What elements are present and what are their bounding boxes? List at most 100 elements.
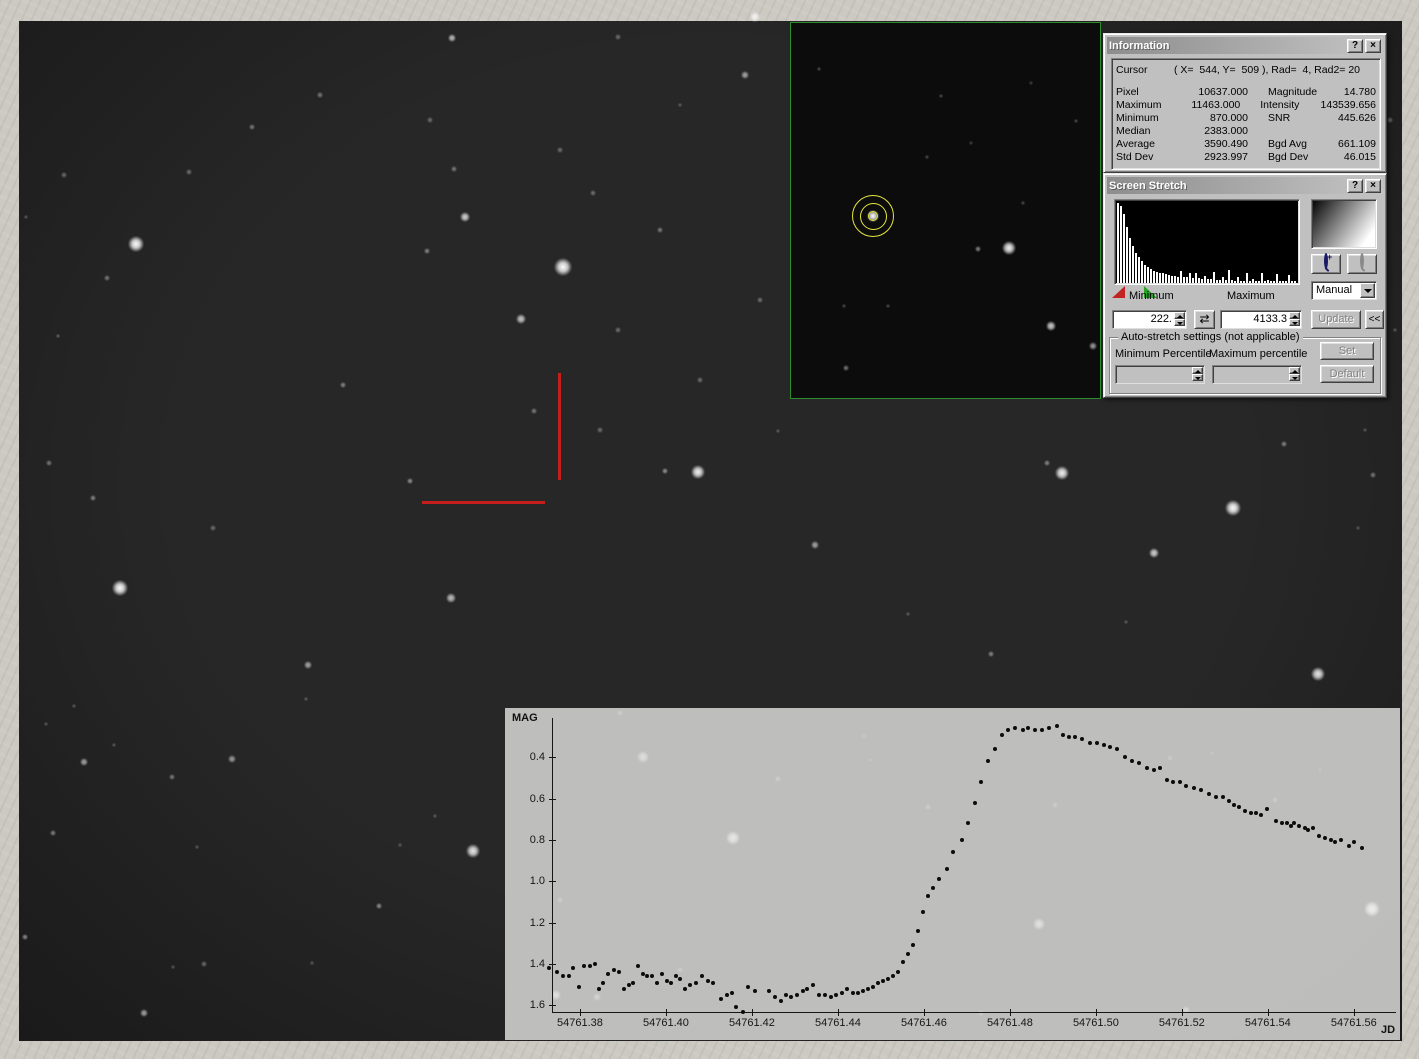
- star: [201, 961, 207, 967]
- zoom-out-icon: [1360, 253, 1364, 269]
- min-percentile-spinner[interactable]: [1192, 367, 1203, 381]
- stat-value: 3590.490: [1176, 138, 1248, 151]
- star: [811, 541, 819, 549]
- close-icon[interactable]: ×: [1365, 179, 1381, 193]
- stat-value: 2383.000: [1176, 125, 1248, 138]
- star: [657, 227, 663, 233]
- star: [186, 169, 192, 175]
- star: [1311, 667, 1325, 681]
- stat-label: Pixel: [1116, 86, 1176, 99]
- star: [615, 34, 621, 40]
- star: [310, 961, 314, 965]
- star: [817, 67, 821, 71]
- star: [104, 275, 110, 281]
- crosshair-vertical-line: [558, 373, 561, 480]
- max-percentile-label: Maximum percentile: [1209, 348, 1307, 360]
- swap-min-max-button[interactable]: ⇄: [1194, 310, 1215, 329]
- aperture-annulus-ring: [852, 195, 894, 237]
- star: [1370, 472, 1376, 478]
- stat-value: 10637.000: [1176, 86, 1248, 99]
- cursor-label: Cursor: [1116, 64, 1174, 76]
- star: [340, 382, 346, 388]
- chevron-down-icon[interactable]: [1360, 283, 1375, 298]
- star: [557, 147, 563, 153]
- max-percentile-field[interactable]: [1212, 365, 1302, 384]
- star: [1393, 328, 1397, 332]
- star: [1046, 321, 1056, 331]
- star: [741, 71, 749, 79]
- screen-stretch-window: Screen Stretch ? × Minimum Maximum + Man…: [1103, 173, 1387, 398]
- swap-icon: ⇄: [1199, 312, 1209, 326]
- star: [424, 248, 430, 254]
- minimum-spinner[interactable]: [1174, 312, 1185, 326]
- maximum-label: Maximum: [1227, 290, 1275, 302]
- stat-label: Intensity: [1260, 99, 1320, 112]
- stretch-mode-dropdown[interactable]: Manual: [1311, 281, 1377, 300]
- star: [969, 141, 973, 145]
- star: [80, 758, 88, 766]
- star: [516, 314, 526, 324]
- star: [1225, 500, 1241, 516]
- star: [1149, 548, 1159, 558]
- star: [460, 212, 470, 222]
- stat-label: SNR: [1268, 112, 1332, 125]
- maximum-spinner[interactable]: [1289, 312, 1300, 326]
- star: [750, 12, 760, 22]
- set-button[interactable]: Set: [1320, 342, 1374, 360]
- star: [1387, 117, 1393, 123]
- star: [691, 465, 705, 479]
- star: [304, 697, 308, 701]
- star: [531, 408, 537, 414]
- star: [112, 743, 116, 747]
- min-percentile-field[interactable]: [1115, 365, 1205, 384]
- auto-stretch-group-label: Auto-stretch settings (not applicable): [1118, 331, 1303, 343]
- screen-stretch-title: Screen Stretch: [1109, 180, 1345, 192]
- information-window: Information ? × Cursor ( X= 544, Y= 509 …: [1103, 33, 1387, 173]
- minimum-value-field[interactable]: 222.: [1112, 310, 1187, 329]
- star: [1089, 342, 1097, 350]
- maximum-value-field[interactable]: 4133.3: [1220, 310, 1302, 329]
- update-button[interactable]: Update: [1311, 310, 1361, 329]
- screen-stretch-titlebar[interactable]: Screen Stretch ? ×: [1107, 177, 1383, 194]
- information-titlebar[interactable]: Information ? ×: [1107, 37, 1383, 54]
- star: [376, 903, 382, 909]
- table-row: Minimum 870.000 SNR 445.626: [1116, 112, 1376, 125]
- crosshair-horizontal-line: [422, 501, 545, 504]
- lightcurve-panel: [505, 708, 1400, 1040]
- min-percentile-label: Minimum Percentile: [1115, 348, 1212, 360]
- star: [678, 103, 682, 107]
- table-row: Median 2383.000: [1116, 125, 1376, 138]
- star: [446, 593, 456, 603]
- star: [1356, 526, 1360, 530]
- star: [72, 704, 76, 708]
- star: [304, 661, 312, 669]
- star: [249, 124, 255, 130]
- help-button[interactable]: ?: [1347, 39, 1363, 53]
- star: [590, 190, 596, 196]
- star: [1363, 428, 1367, 432]
- help-button[interactable]: ?: [1347, 179, 1363, 193]
- zoom-in-button[interactable]: +: [1311, 254, 1341, 274]
- star: [466, 844, 480, 858]
- zoom-inset-window: [790, 22, 1101, 399]
- star: [1074, 119, 1078, 123]
- star: [451, 166, 457, 172]
- star: [843, 365, 849, 371]
- star: [317, 92, 323, 98]
- star: [427, 117, 433, 123]
- minimum-marker-icon[interactable]: [1112, 286, 1125, 298]
- collapse-button[interactable]: <<: [1365, 310, 1384, 329]
- star: [1021, 201, 1025, 205]
- table-row: Std Dev 2923.997 Bgd Dev 46.015: [1116, 151, 1376, 164]
- close-icon[interactable]: ×: [1365, 39, 1381, 53]
- stat-value: 661.109: [1332, 138, 1376, 151]
- stat-value: [1332, 125, 1376, 138]
- star: [906, 612, 910, 616]
- star: [939, 94, 943, 98]
- star: [46, 460, 52, 466]
- stat-label: Magnitude: [1268, 86, 1332, 99]
- default-button[interactable]: Default: [1320, 365, 1374, 383]
- zoom-out-button[interactable]: [1347, 254, 1377, 274]
- max-percentile-spinner[interactable]: [1289, 367, 1300, 381]
- stat-value: 11463.000: [1172, 99, 1240, 112]
